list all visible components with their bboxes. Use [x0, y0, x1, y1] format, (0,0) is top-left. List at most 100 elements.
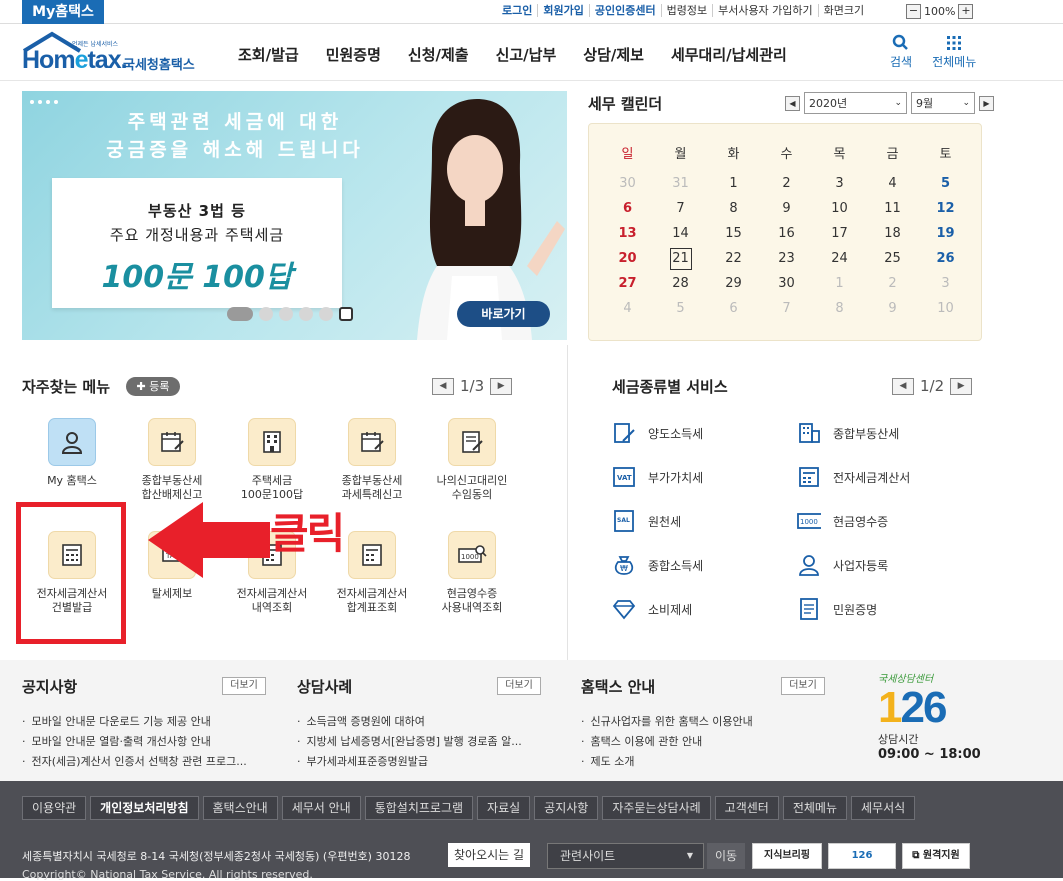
calendar-day[interactable]: 22 — [707, 246, 760, 271]
service-consumption-tax[interactable]: 소비제세 — [612, 597, 692, 621]
month-select[interactable]: 9월 ⌄ — [911, 92, 975, 114]
calendar-day[interactable]: 13 — [601, 221, 654, 246]
calendar-day[interactable]: 30 — [601, 171, 654, 196]
calendar-day[interactable]: 4 — [866, 171, 919, 196]
banner-stop-icon[interactable] — [339, 307, 353, 321]
nav-apply-submit[interactable]: 신청/제출 — [408, 44, 469, 65]
consult-more-button[interactable]: 더보기 — [497, 677, 541, 695]
banner-go-button[interactable]: 바로가기 — [457, 301, 550, 327]
calendar-day[interactable]: 2 — [866, 271, 919, 296]
nav-report-pay[interactable]: 신고/납부 — [496, 44, 557, 65]
directions-button[interactable]: 찾아오시는 길 — [448, 843, 531, 867]
calendar-day[interactable]: 7 — [654, 196, 707, 221]
tile-agent-consent[interactable]: 나의신고대리인 수임동의 — [422, 418, 522, 502]
calendar-next-icon[interactable]: ▶ — [979, 95, 994, 111]
calendar-day[interactable]: 28 — [654, 271, 707, 296]
calendar-day[interactable]: 12 — [919, 196, 972, 221]
banner-dot-4[interactable] — [299, 307, 313, 321]
banner-dot-2[interactable] — [259, 307, 273, 321]
list-item[interactable]: 지방세 납세증명서[완납증명] 발행 경로좀 알... — [297, 732, 522, 752]
calendar-day[interactable]: 6 — [707, 296, 760, 321]
register-menu-button[interactable]: ✚ 등록 — [126, 377, 180, 396]
frequent-next-icon[interactable]: ▶ — [490, 377, 513, 395]
calendar-day[interactable]: 16 — [760, 221, 813, 246]
footer-link-support[interactable]: 고객센터 — [714, 796, 779, 820]
service-withholding[interactable]: SAL 원천세 — [612, 509, 681, 533]
service-comp-realestate[interactable]: 종합부동산세 — [797, 421, 899, 445]
remote-support-badge[interactable]: ⧉ 원격지원 — [902, 843, 970, 869]
consult-center-126[interactable]: 국세상담센터 126 상담시간 09:00 ~ 18:00 — [878, 670, 988, 762]
list-item[interactable]: 제도 소개 — [581, 752, 753, 772]
calendar-day[interactable]: 9 — [760, 196, 813, 221]
list-item[interactable]: 홈택스 이용에 관한 안내 — [581, 732, 753, 752]
nav-tax-agent[interactable]: 세무대리/납세관리 — [671, 44, 787, 65]
calendar-day[interactable]: 14 — [654, 221, 707, 246]
law-info-link[interactable]: 법령정보 — [660, 4, 712, 17]
footer-link-tax-office[interactable]: 세무서 안내 — [281, 796, 361, 820]
year-select[interactable]: 2020년 ⌄ — [804, 92, 907, 114]
list-item[interactable]: 모바일 안내문 다운로드 기능 제공 안내 — [22, 712, 247, 732]
calendar-day[interactable]: 20 — [601, 246, 654, 271]
tile-housing-tax-qa[interactable]: 주택세금 100문100답 — [222, 418, 322, 502]
calendar-day[interactable]: 5 — [919, 171, 972, 196]
center-126-badge[interactable]: 126 — [828, 843, 896, 869]
service-e-tax-invoice[interactable]: 전자세금계산서 — [797, 465, 910, 489]
calendar-day[interactable]: 18 — [866, 221, 919, 246]
calendar-day[interactable]: 27 — [601, 271, 654, 296]
calendar-day[interactable]: 2 — [760, 171, 813, 196]
calendar-day[interactable]: 24 — [813, 246, 866, 271]
service-cash-receipt[interactable]: 1000 현금영수증 — [797, 509, 888, 533]
calendar-day[interactable]: 4 — [601, 296, 654, 321]
banner-dot-3[interactable] — [279, 307, 293, 321]
calendar-day[interactable]: 9 — [866, 296, 919, 321]
nav-civil-cert[interactable]: 민원증명 — [326, 44, 381, 65]
login-link[interactable]: 로그인 — [497, 4, 537, 17]
search-button[interactable]: 검색 — [890, 33, 912, 70]
calendar-day[interactable]: 6 — [601, 196, 654, 221]
calendar-day[interactable]: 25 — [866, 246, 919, 271]
banner-dot-1[interactable] — [227, 307, 253, 321]
footer-link-install[interactable]: 통합설치프로그램 — [364, 796, 474, 820]
tax-service-prev-icon[interactable]: ◀ — [892, 377, 914, 395]
calendar-day[interactable]: 11 — [866, 196, 919, 221]
main-banner[interactable]: 주택관련 세금에 대한 궁금증을 해소해 드립니다 부동산 3법 등 주요 개정… — [22, 91, 567, 340]
list-item[interactable]: 신규사업자를 위한 홈택스 이용안내 — [581, 712, 753, 732]
calendar-day[interactable]: 5 — [654, 296, 707, 321]
list-item[interactable]: 전자(세금)계산서 인증서 선택창 관련 프로그... — [22, 752, 247, 772]
tile-comp-realestate-special[interactable]: 종합부동산세 과세특례신고 — [322, 418, 422, 502]
footer-link-forms[interactable]: 세무서식 — [851, 796, 916, 820]
frequent-prev-icon[interactable]: ◀ — [432, 377, 454, 395]
calendar-day[interactable]: 17 — [813, 221, 866, 246]
footer-link-terms[interactable]: 이용약관 — [22, 796, 87, 820]
footer-link-faq[interactable]: 자주묻는상담사례 — [602, 796, 711, 820]
footer-link-hometax-guide[interactable]: 홈택스안내 — [202, 796, 278, 820]
banner-dot-5[interactable] — [319, 307, 333, 321]
calendar-day[interactable]: 1 — [813, 271, 866, 296]
tile-comp-realestate-exclusion[interactable]: 종합부동산세 합산배제신고 — [122, 418, 222, 502]
knowledge-briefing-badge[interactable]: 지식브리핑 — [752, 843, 822, 869]
service-civil-cert[interactable]: 민원증명 — [797, 597, 877, 621]
calendar-today[interactable]: 21 — [654, 246, 707, 271]
list-item[interactable]: 부가세과세표준증명원발급 — [297, 752, 522, 772]
calendar-day[interactable]: 1 — [707, 171, 760, 196]
calendar-day[interactable]: 29 — [707, 271, 760, 296]
list-item[interactable]: 모바일 안내문 열람·출력 개선사항 안내 — [22, 732, 247, 752]
calendar-day[interactable]: 8 — [707, 196, 760, 221]
guide-more-button[interactable]: 더보기 — [781, 677, 825, 695]
calendar-day[interactable]: 26 — [919, 246, 972, 271]
calendar-day[interactable]: 23 — [760, 246, 813, 271]
calendar-day[interactable]: 10 — [919, 296, 972, 321]
nav-inquiry-issue[interactable]: 조회/발급 — [238, 44, 299, 65]
calendar-day[interactable]: 3 — [813, 171, 866, 196]
related-sites-select[interactable]: 관련사이트 — [547, 843, 704, 869]
cert-center-link[interactable]: 공인인증센터 — [588, 4, 661, 17]
dept-user-signup-link[interactable]: 부서사용자 가입하기 — [712, 4, 818, 17]
footer-link-library[interactable]: 자료실 — [477, 796, 531, 820]
calendar-day[interactable]: 30 — [760, 271, 813, 296]
service-capital-gains[interactable]: 양도소득세 — [612, 421, 703, 445]
tile-my-hometax[interactable]: My 홈택스 — [22, 418, 122, 488]
footer-link-privacy[interactable]: 개인정보처리방침 — [90, 796, 199, 820]
zoom-out-button[interactable]: − — [906, 4, 921, 19]
notice-more-button[interactable]: 더보기 — [222, 677, 266, 695]
signup-link[interactable]: 회원가입 — [537, 4, 588, 17]
